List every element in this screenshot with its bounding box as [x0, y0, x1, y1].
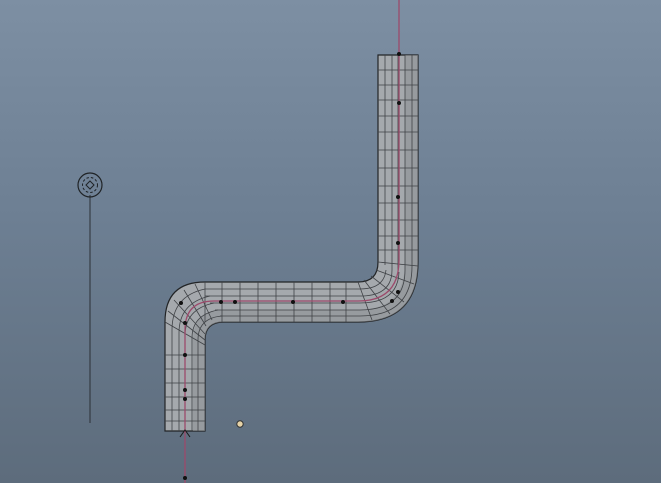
viewport-scene[interactable] — [0, 0, 661, 483]
control-point[interactable] — [390, 299, 394, 303]
control-point[interactable] — [397, 101, 401, 105]
control-point[interactable] — [179, 301, 183, 305]
bent-pipe-mesh[interactable] — [164, 54, 419, 432]
nurbs-curve[interactable] — [184, 0, 400, 483]
control-point[interactable] — [219, 300, 223, 304]
control-point[interactable] — [396, 241, 400, 245]
dashed-circle-locator-icon[interactable] — [77, 172, 103, 423]
control-point[interactable] — [183, 476, 187, 480]
control-point[interactable] — [183, 397, 187, 401]
control-point[interactable] — [183, 353, 187, 357]
control-point[interactable] — [291, 300, 295, 304]
control-point[interactable] — [233, 300, 237, 304]
3d-viewport[interactable] — [0, 0, 661, 483]
curve-control-points[interactable] — [179, 52, 401, 480]
control-point[interactable] — [183, 388, 187, 392]
control-point[interactable] — [397, 52, 401, 56]
control-point[interactable] — [396, 290, 400, 294]
control-point[interactable] — [183, 321, 187, 325]
pivot-point-icon[interactable] — [236, 420, 244, 428]
control-point[interactable] — [396, 195, 400, 199]
control-point[interactable] — [341, 300, 345, 304]
